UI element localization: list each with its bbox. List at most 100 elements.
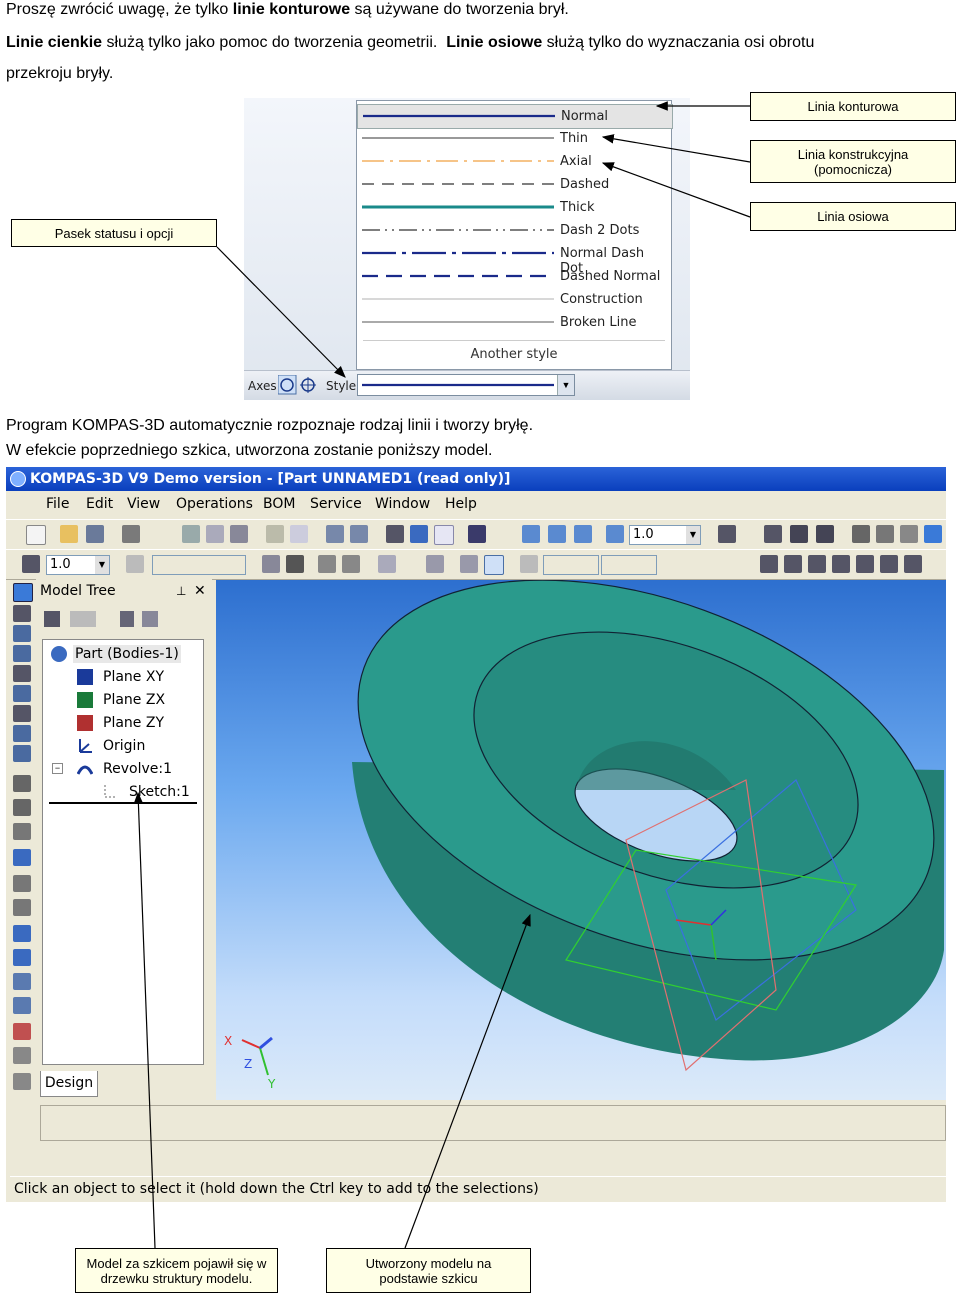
- plane-icon[interactable]: [286, 555, 304, 573]
- style-item-construction[interactable]: Construction: [357, 288, 671, 311]
- tree-doc-icon[interactable]: [120, 611, 134, 627]
- tree-order-icon[interactable]: [44, 611, 60, 627]
- view-back-icon[interactable]: [784, 555, 802, 573]
- paste-icon[interactable]: [230, 525, 248, 543]
- revolve-icon[interactable]: [13, 799, 31, 816]
- cut-revolve-icon[interactable]: [13, 899, 31, 916]
- tree-node-origin[interactable]: Origin: [103, 737, 145, 755]
- hidden-lines-icon[interactable]: [876, 525, 894, 543]
- draft-icon[interactable]: [13, 1073, 31, 1090]
- tree-copy-icon[interactable]: [142, 611, 158, 627]
- tree-node-sketch[interactable]: Sketch:1: [129, 783, 190, 801]
- measure-icon[interactable]: [13, 705, 31, 722]
- view-top-icon[interactable]: [808, 555, 826, 573]
- style-item-thick[interactable]: Thick: [357, 196, 671, 219]
- chevron-down-icon[interactable]: ▼: [557, 375, 574, 395]
- orientation-icon[interactable]: [718, 525, 736, 543]
- sweep-icon[interactable]: [13, 823, 31, 840]
- arrays-icon[interactable]: [13, 725, 31, 742]
- local-cs-icon[interactable]: [262, 555, 280, 573]
- style-item-dashed[interactable]: Dashed: [357, 173, 671, 196]
- style-item-dashed-normal[interactable]: Dashed Normal: [357, 265, 671, 288]
- menu-window[interactable]: Window: [375, 496, 430, 512]
- print-icon[interactable]: [122, 525, 140, 543]
- copy-icon[interactable]: [206, 525, 224, 543]
- link-icon[interactable]: [342, 555, 360, 573]
- manager-icon[interactable]: [386, 525, 404, 543]
- menu-operations[interactable]: Operations: [176, 496, 253, 512]
- cut-extrude-icon[interactable]: [13, 875, 31, 892]
- extrude-icon[interactable]: [13, 775, 31, 792]
- another-style-item[interactable]: Another style: [357, 347, 671, 362]
- style-item-thin[interactable]: Thin: [357, 127, 671, 150]
- open-folder-icon[interactable]: [60, 525, 78, 543]
- chevron-down-icon[interactable]: ▼: [686, 526, 700, 544]
- tab-design[interactable]: Design: [40, 1071, 98, 1097]
- zoom-in-icon[interactable]: [548, 525, 566, 543]
- help-cursor-icon[interactable]: [468, 525, 486, 543]
- style-select[interactable]: ▼: [357, 374, 575, 396]
- variables-icon[interactable]: [410, 525, 428, 543]
- filter-icon[interactable]: [13, 685, 31, 702]
- tree-node-plane-zx[interactable]: Plane ZX: [103, 691, 165, 709]
- save-icon[interactable]: [86, 525, 104, 543]
- panel-handle[interactable]: [10, 1105, 34, 1165]
- axes-icons[interactable]: [278, 375, 318, 395]
- step-input[interactable]: 1.0 ▼: [46, 555, 110, 575]
- cut-sweep-icon[interactable]: [13, 925, 31, 942]
- style-item-normal[interactable]: Normal: [357, 104, 673, 129]
- tree-node-plane-xy[interactable]: Plane XY: [103, 668, 164, 686]
- shell-icon[interactable]: [13, 1023, 31, 1040]
- tree-view-icon[interactable]: [70, 611, 96, 627]
- redo-icon[interactable]: [350, 525, 368, 543]
- style-item-normal-dash-dot[interactable]: Normal Dash Dot: [357, 242, 671, 276]
- function-icon[interactable]: [434, 525, 454, 545]
- zoom-scale-input[interactable]: 1.0 ▼: [629, 525, 701, 545]
- cut-loft-icon[interactable]: [13, 949, 31, 966]
- style-item-axial[interactable]: Axial: [357, 150, 671, 173]
- tree-node-plane-zy[interactable]: Plane ZY: [103, 714, 164, 732]
- view-right-icon[interactable]: [880, 555, 898, 573]
- model-viewport[interactable]: X Y Z: [216, 580, 946, 1100]
- surfaces-icon[interactable]: [13, 665, 31, 682]
- spatial-curves-icon[interactable]: [13, 645, 31, 662]
- thin-hidden-icon[interactable]: [900, 525, 918, 543]
- tree-node-part[interactable]: Part (Bodies-1): [73, 645, 181, 663]
- view-bottom-icon[interactable]: [832, 555, 850, 573]
- menu-service[interactable]: Service: [310, 496, 362, 512]
- zoom-scale-icon[interactable]: [606, 525, 624, 543]
- rotate-icon[interactable]: [816, 525, 834, 543]
- menu-bom[interactable]: BOM: [263, 496, 295, 512]
- show-all-icon[interactable]: [790, 525, 808, 543]
- format-painter-icon[interactable]: [266, 525, 284, 543]
- undo-icon[interactable]: [326, 525, 344, 543]
- shaded-icon[interactable]: [924, 525, 942, 543]
- pin-icon[interactable]: ⊥: [176, 579, 186, 603]
- new-file-icon[interactable]: [26, 525, 46, 545]
- rib-icon[interactable]: [13, 1047, 31, 1064]
- sketch-panel-icon[interactable]: [13, 605, 31, 622]
- tree-node-revolve[interactable]: Revolve:1: [103, 760, 172, 778]
- zoom-window-icon[interactable]: [522, 525, 540, 543]
- edit-panel-icon[interactable]: [13, 625, 31, 642]
- layer-icon[interactable]: [126, 555, 144, 573]
- layer-select[interactable]: [152, 555, 246, 575]
- menu-help[interactable]: Help: [445, 496, 477, 512]
- loft-icon[interactable]: [13, 849, 31, 866]
- chevron-down-icon[interactable]: ▼: [95, 556, 109, 574]
- ortho-icon[interactable]: [426, 555, 444, 573]
- coordinate-system-icon[interactable]: [22, 555, 40, 573]
- view-left-icon[interactable]: [856, 555, 874, 573]
- style-item-dash-2-dots[interactable]: Dash 2 Dots: [357, 219, 671, 242]
- menu-view[interactable]: View: [127, 496, 160, 512]
- grid-icon[interactable]: [378, 555, 396, 573]
- close-icon[interactable]: ✕: [194, 579, 206, 603]
- snap-icon[interactable]: [484, 555, 504, 575]
- sheet-metal-icon[interactable]: [13, 745, 31, 762]
- view-iso-icon[interactable]: [904, 555, 922, 573]
- sketch-mode-icon[interactable]: [460, 555, 478, 573]
- style-item-broken-line[interactable]: Broken Line: [357, 311, 671, 334]
- zoom-out-icon[interactable]: [574, 525, 592, 543]
- fillet-icon[interactable]: [13, 973, 31, 990]
- pan-icon[interactable]: [764, 525, 782, 543]
